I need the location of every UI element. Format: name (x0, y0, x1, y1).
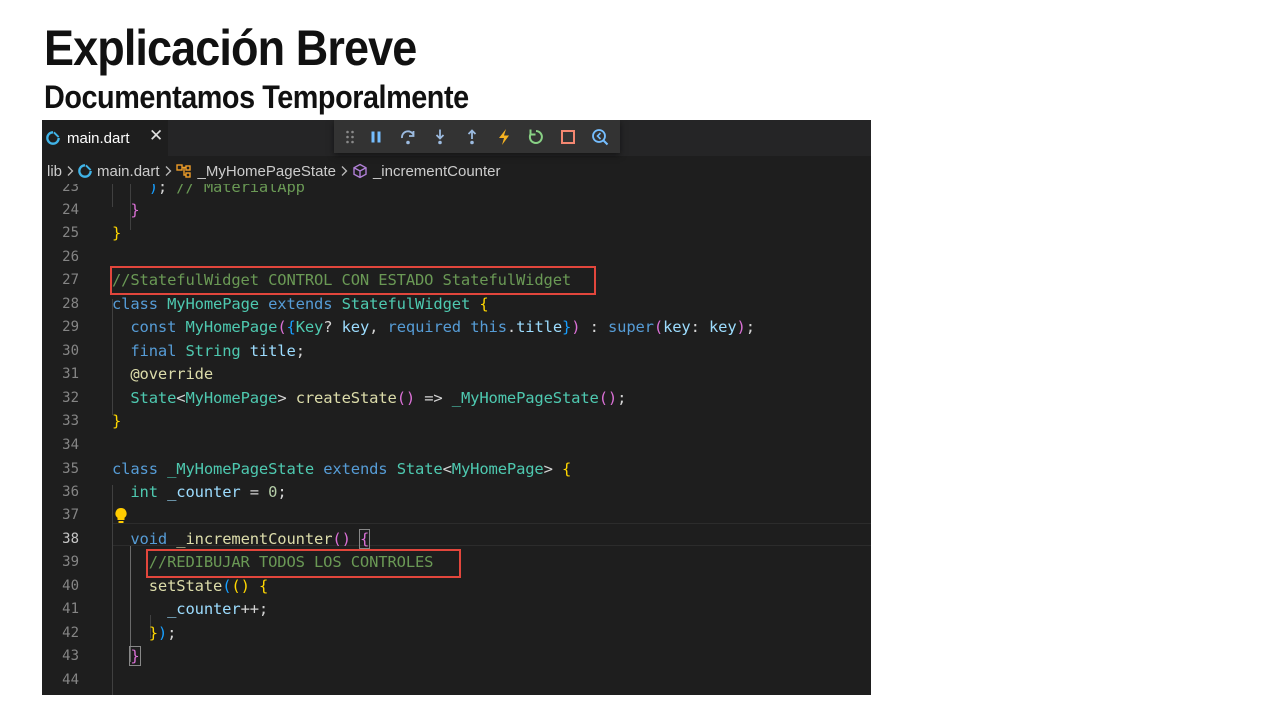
code-text: } (129, 646, 141, 666)
line-number: 44 (62, 672, 79, 688)
breadcrumb-lib[interactable]: lib (47, 163, 62, 180)
code-line: 36 int _counter = 0; (42, 481, 871, 504)
step-into-icon[interactable] (424, 120, 456, 153)
line-number: 34 (62, 437, 79, 453)
code-text: }); (148, 624, 177, 642)
tab-main-dart[interactable]: main.dart ✕ (42, 120, 168, 156)
code-text: final String title; (130, 342, 305, 360)
code-line: 41 _counter++; (42, 598, 871, 621)
code-text: State<MyHomePage> createState() => _MyHo… (130, 389, 627, 407)
code-line: 38 void _incrementCounter() { (42, 528, 871, 551)
stop-icon[interactable] (552, 120, 584, 153)
close-icon[interactable]: ✕ (149, 126, 163, 146)
line-number: 25 (62, 225, 79, 241)
code-text: setState(() { (148, 577, 269, 595)
code-line: 23 ); // MaterialApp (42, 184, 871, 199)
lightbulb-icon[interactable] (114, 507, 128, 530)
step-out-icon[interactable] (456, 120, 488, 153)
breadcrumb-class[interactable]: _MyHomePageState (198, 163, 336, 180)
editor-tab-bar: main.dart ✕ (42, 120, 871, 156)
line-number: 31 (62, 366, 79, 382)
pause-icon[interactable] (360, 120, 392, 153)
code-line: 35 class _MyHomePageState extends State<M… (42, 458, 871, 481)
code-line: 33} (42, 410, 871, 433)
method-icon (352, 163, 368, 179)
chevron-right-icon (164, 165, 172, 177)
code-line: 42 }); (42, 622, 871, 645)
line-number: 29 (62, 319, 79, 335)
code-editor: main.dart ✕ lib main.dart _MyHomePageSta… (42, 120, 871, 695)
line-number: 28 (62, 296, 79, 312)
line-number: 33 (62, 413, 79, 429)
code-line: 34 (42, 434, 871, 457)
line-number: 43 (62, 648, 79, 664)
tab-label: main.dart (67, 129, 130, 147)
line-number: 32 (62, 390, 79, 406)
drag-grip-icon[interactable] (340, 120, 360, 153)
line-number: 42 (62, 625, 79, 641)
code-text: } (112, 224, 122, 242)
restart-icon[interactable] (520, 120, 552, 153)
chevron-right-icon (340, 165, 348, 177)
highlight-box-redibujar-comment (146, 549, 461, 578)
code-line: 24 } (42, 199, 871, 222)
dart-icon (78, 164, 92, 178)
devtools-icon[interactable] (584, 120, 616, 153)
code-line: 40 setState(() { (42, 575, 871, 598)
slide-title: Explicación Breve (44, 20, 417, 76)
chevron-right-icon (66, 165, 74, 177)
code-line: 43 } (42, 645, 871, 668)
breadcrumb-method[interactable]: _incrementCounter (373, 163, 501, 180)
code-text: ); // MaterialApp (148, 184, 305, 196)
breadcrumb-file[interactable]: main.dart (97, 163, 160, 180)
code-text: class _MyHomePageState extends State<MyH… (112, 460, 572, 478)
line-number: 35 (62, 461, 79, 477)
code-text: } (112, 412, 122, 430)
hot-reload-icon[interactable] (488, 120, 520, 153)
breadcrumb: lib main.dart _MyHomePageState _incremen… (42, 158, 871, 184)
code-line: 28 class MyHomePage extends StatefulWidge… (42, 293, 871, 316)
line-number: 39 (62, 554, 79, 570)
code-area[interactable]: 23 ); // MaterialApp 24 } 25} 26 27//Sta… (42, 184, 871, 695)
code-text: const MyHomePage({Key? key, required thi… (130, 318, 755, 336)
slide-subtitle: Documentamos Temporalmente (44, 79, 469, 115)
code-text: int _counter = 0; (130, 483, 287, 501)
line-number: 30 (62, 343, 79, 359)
line-number: 37 (62, 507, 79, 523)
code-line: 30 final String title; (42, 340, 871, 363)
code-line: 31 @override (42, 363, 871, 386)
code-text: _counter++; (167, 600, 269, 618)
line-number: 36 (62, 484, 79, 500)
code-line: 25} (42, 222, 871, 245)
code-line: 32 State<MyHomePage> createState() => _M… (42, 387, 871, 410)
line-number: 40 (62, 578, 79, 594)
code-text: void _incrementCounter() { (130, 529, 371, 549)
line-number: 27 (62, 272, 79, 288)
step-over-icon[interactable] (392, 120, 424, 153)
dart-icon (45, 130, 61, 146)
code-line: 29 const MyHomePage({Key? key, required … (42, 316, 871, 339)
debug-toolbar (334, 120, 620, 153)
highlight-box-statefulwidget-comment (110, 266, 596, 295)
code-text: @override (130, 365, 214, 383)
line-number: 23 (62, 184, 79, 195)
line-number: 24 (62, 202, 79, 218)
line-number: 41 (62, 601, 79, 617)
line-number: 26 (62, 249, 79, 265)
code-text: } (130, 201, 140, 219)
code-line: 37 (42, 504, 871, 527)
code-text: class MyHomePage extends StatefulWidget … (112, 295, 489, 313)
code-line: 44 (42, 669, 871, 692)
class-icon (175, 163, 193, 179)
line-number: 38 (62, 531, 79, 547)
